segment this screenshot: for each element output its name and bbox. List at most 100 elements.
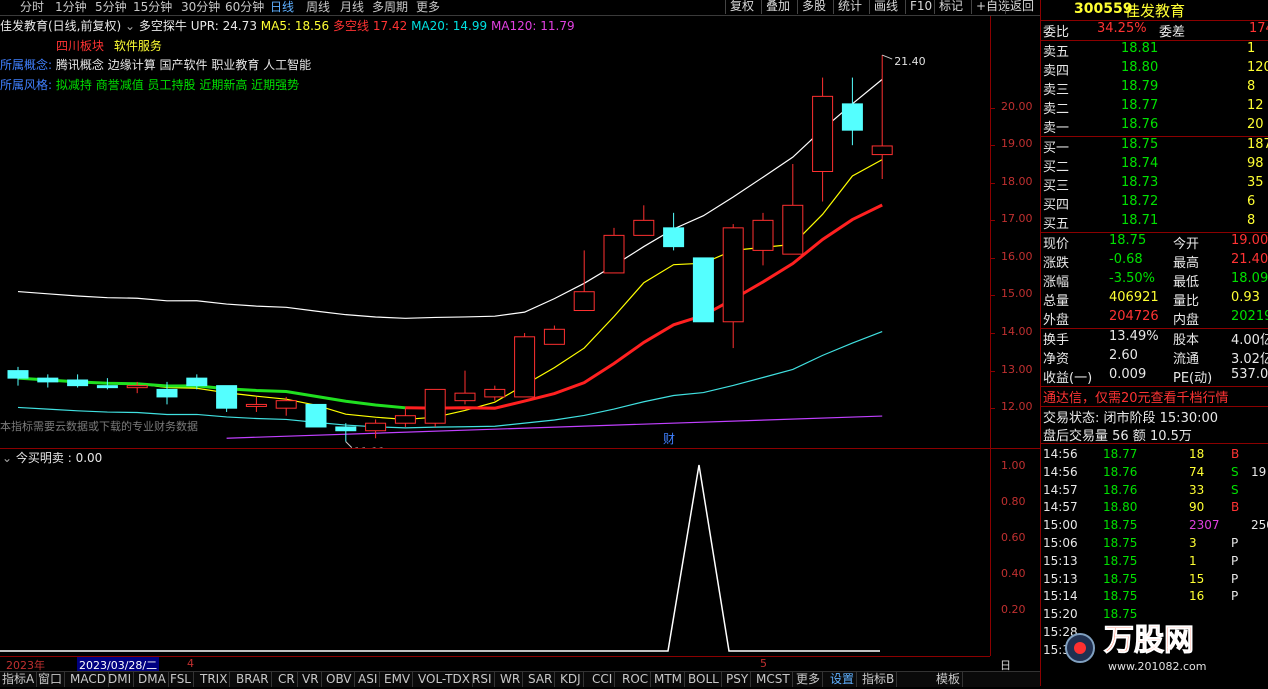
indicator-tab-5[interactable]: FSL [168, 672, 194, 687]
period-tab-1[interactable]: 1分钟 [55, 0, 87, 15]
tick-price: 18.77 [1103, 447, 1138, 461]
indicator-tab-18[interactable]: CCI [590, 672, 616, 687]
indicator-tab-19[interactable]: ROC [620, 672, 652, 687]
period-tab-6[interactable]: 日线 [270, 0, 294, 15]
tick-side: P [1231, 553, 1239, 568]
indicator-toggle-icon[interactable]: ⌄ [125, 19, 135, 33]
toolbar-button-5[interactable]: F10 [905, 0, 936, 14]
period-tab-10[interactable]: 更多 [416, 0, 440, 15]
weicha-label: 委差 [1159, 25, 1186, 40]
indicator-tab-27[interactable]: 模板 [934, 672, 964, 687]
bid-price: 18.74 [1121, 156, 1159, 171]
indicator-tab-10[interactable]: OBV [324, 672, 355, 687]
tick-row: 14:57 18.76 33 S [1041, 483, 1268, 501]
period-tab-5[interactable]: 60分钟 [225, 0, 264, 15]
period-tab-0[interactable]: 分时 [20, 0, 44, 15]
indicator-tab-20[interactable]: MTM [652, 672, 686, 687]
period-tab-9[interactable]: 多周期 [372, 0, 408, 15]
toolbar-button-2[interactable]: 多股 [797, 0, 830, 14]
candle [871, 55, 893, 180]
tick-row: 15:13 18.75 1 P [1041, 554, 1268, 572]
toolbar-button-6[interactable]: 标记 [934, 0, 967, 14]
toolbar-button-3[interactable]: 统计 [833, 0, 866, 14]
indicator-tab-23[interactable]: MCST [754, 672, 793, 687]
sector-industry[interactable]: 软件服务 [114, 39, 162, 53]
candle [543, 325, 565, 345]
indicator-tab-25[interactable]: 设置 [828, 672, 858, 687]
sub-indicator-svg [0, 464, 880, 652]
tick-row: 15:14 18.75 16 P [1041, 589, 1268, 607]
after-hours: 盘后交易量 56 额 10.5万 [1043, 429, 1192, 444]
candle [603, 227, 625, 274]
period-tab-3[interactable]: 15分钟 [133, 0, 172, 15]
indicator-tab-4[interactable]: DMA [136, 672, 169, 687]
stat-label: 涨幅 [1043, 275, 1070, 290]
tick-side: S [1231, 464, 1239, 479]
toolbar-button-0[interactable]: 复权 [725, 0, 758, 14]
candle [37, 374, 59, 388]
indicator-tab-2[interactable]: MACD [68, 672, 109, 687]
sub-indicator-chart[interactable]: ⌄ 今买明卖 : 0.00 [0, 449, 990, 655]
indicator-tab-14[interactable]: RSI [470, 672, 495, 687]
ask-label: 卖四 [1043, 64, 1070, 79]
candle [216, 385, 238, 412]
stat-value: 202195 [1231, 309, 1268, 324]
indicator-tab-12[interactable]: EMV [382, 672, 414, 687]
indicator-tab-21[interactable]: BOLL [686, 672, 722, 687]
toolbar-button-4[interactable]: 画线 [869, 0, 902, 14]
tick-side: P [1231, 571, 1239, 586]
period-tab-7[interactable]: 周线 [306, 0, 330, 15]
stat-label: 现价 [1043, 237, 1070, 252]
style-line: 所属风格: 拟减持 商誉减值 员工持股 近期新高 近期强势 [0, 76, 299, 93]
indicator-tab-16[interactable]: SAR [526, 672, 556, 687]
price-tick: 12.00 [1001, 400, 1033, 414]
ask-volume: 20 [1247, 117, 1264, 132]
stat-label: 今开 [1173, 237, 1200, 252]
candle [692, 257, 714, 323]
sector-region[interactable]: 四川板块 [56, 39, 104, 53]
tick-time: 14:57 [1043, 482, 1078, 497]
kline-chart[interactable]: 21.4011.11 佳发教育(日线,前复权) ⌄ 多空探牛 UPR: 24.7… [0, 16, 990, 459]
indicator-tab-7[interactable]: BRAR [234, 672, 272, 687]
weicha-value: 174 [1249, 21, 1268, 36]
candle [394, 408, 416, 427]
sub-tick: 0.20 [1001, 603, 1026, 616]
tick-side: B [1231, 500, 1240, 515]
indicator-tab-0[interactable]: 指标A [0, 672, 38, 687]
indicator-tab-15[interactable]: WR [498, 672, 524, 687]
ask-price: 18.79 [1121, 79, 1159, 94]
indicator-tab-6[interactable]: TRIX [198, 672, 231, 687]
promo-link[interactable]: 通达信，仅需20元查看千档行情 [1043, 387, 1229, 406]
tick-extra: 19 [1251, 464, 1267, 479]
stat-value: 4.00亿 [1231, 333, 1268, 348]
toolbar-button-8[interactable]: 返回 [1005, 0, 1038, 14]
tick-row: 14:57 18.80 90 B [1041, 500, 1268, 518]
buy-sell-signal-line [0, 464, 880, 652]
indicator-tab-17[interactable]: KDJ [558, 672, 584, 687]
period-tab-8[interactable]: 月线 [340, 0, 364, 15]
tick-volume: 3 [1189, 536, 1197, 550]
finance-marker[interactable]: 财 [663, 430, 675, 447]
indicator-tab-1[interactable]: 窗口 [36, 672, 66, 687]
price-tick: 18.00 [1001, 174, 1033, 188]
tick-time: 14:56 [1043, 464, 1078, 479]
indicator-tab-26[interactable]: 指标B [860, 672, 898, 687]
indicator-tab-22[interactable]: PSY [724, 672, 752, 687]
stock-code: 300559 [1074, 1, 1133, 17]
indicator-tab-9[interactable]: VR [300, 672, 322, 687]
tick-price: 18.80 [1103, 500, 1138, 515]
indicator-tab-13[interactable]: VOL-TDX [416, 672, 473, 687]
sub-indicator-toggle-icon[interactable]: ⌄ [2, 451, 12, 465]
indicator-tab-8[interactable]: CR [276, 672, 298, 687]
candle [663, 212, 685, 251]
ask-price: 18.80 [1121, 60, 1159, 75]
toolbar-button-1[interactable]: 叠加 [761, 0, 794, 14]
indicator-tab-11[interactable]: ASI [356, 672, 381, 687]
period-tab-2[interactable]: 5分钟 [95, 0, 127, 15]
ask-volume: 120 [1247, 60, 1268, 75]
indicator-tab-3[interactable]: DMI [106, 672, 135, 687]
indicator-name[interactable]: 多空探牛 [139, 19, 187, 33]
period-tab-4[interactable]: 30分钟 [181, 0, 220, 15]
tick-volume: 90 [1189, 500, 1205, 515]
indicator-tab-24[interactable]: 更多 [794, 672, 824, 687]
